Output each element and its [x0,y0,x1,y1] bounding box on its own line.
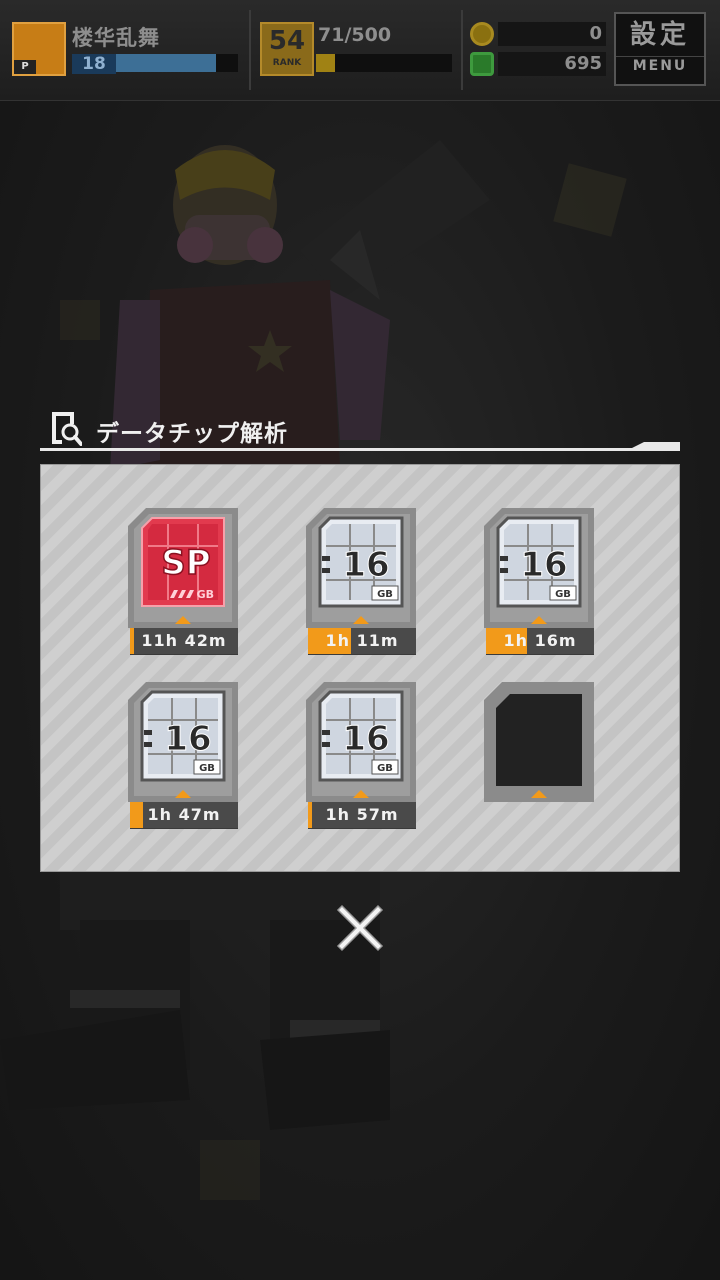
exp-bar-fill [116,54,217,72]
up-arrow-icon [175,790,191,798]
data-analysis-icon [52,412,82,446]
top-status-bar: P 楼华乱舞 18 54 RANK 71/500 0 695 設定 MENU [0,0,720,101]
chip-unit-label: GB [377,589,393,600]
modal-title: データチップ解析 [96,421,288,447]
data-chip-icon: 16 GB [318,690,404,782]
up-arrow-icon [531,616,547,624]
up-arrow-icon [175,616,191,624]
analysis-time-remaining: 1h 16m [503,631,577,650]
menu-button[interactable]: 設定 MENU [614,12,706,86]
close-icon [336,904,384,952]
chip-capacity-label: 16 [342,719,389,759]
data-chip-icon: 16 GB [496,516,582,608]
exp-bar [116,54,238,72]
chip-slot[interactable]: SP GB 11h 42m [128,508,238,658]
chip-slot[interactable]: 16 GB 1h 11m [306,508,416,658]
up-arrow-icon [353,790,369,798]
analysis-timer: 11h 42m [130,628,238,654]
chip-slot[interactable]: 16 GB 1h 57m [306,682,416,832]
player-level: 18 [72,54,116,74]
sp-data-chip-icon: SP GB [141,517,225,607]
title-underline [40,448,680,451]
menu-settings-label: 設定 [629,20,690,50]
player-level-badge: 18 [72,54,116,74]
rank-badge: 54 RANK [260,22,314,76]
stamina-bar [316,54,452,72]
empty-slot-hole [496,694,582,786]
gem-amount: 695 [564,53,602,74]
data-chip-icon: 16 GB [318,516,404,608]
chip-unit-label: GB [555,589,571,600]
chip-unit-label: GB [377,763,393,774]
coin-amount: 0 [589,23,602,44]
data-chip-icon: 16 GB [140,690,226,782]
analysis-time-remaining: 1h 47m [147,805,221,824]
chip-capacity-label: 16 [520,545,567,585]
data-chip-panel: SP GB 11h 42m 16 GB 1h 11m 16 GB 1h 16m 16 GB 1h 47… [40,464,680,872]
analysis-time-remaining: 1h 11m [325,631,399,650]
chip-unit-label: GB [199,763,215,774]
analysis-timer: 1h 11m [308,628,416,654]
stamina-bar-fill [316,54,336,72]
analysis-timer: 1h 47m [130,802,238,828]
up-arrow-icon [531,790,547,798]
analysis-timer: 1h 57m [308,802,416,828]
analysis-time-remaining: 1h 57m [325,805,399,824]
player-avatar[interactable]: P [12,22,66,76]
gem-icon [470,52,494,76]
close-button[interactable] [332,900,388,956]
coin-icon [470,22,494,46]
coin-counter: 0 [498,22,606,46]
chip-capacity-label: SP [161,543,210,583]
player-badge: P [14,60,36,74]
analysis-timer: 1h 16m [486,628,594,654]
up-arrow-icon [353,616,369,624]
chip-slot[interactable]: 16 GB 1h 16m [484,508,594,658]
chip-slot-empty[interactable] [484,682,594,832]
player-name: 楼华乱舞 [72,26,160,50]
chip-unit-label: GB [197,588,214,601]
stamina-text: 71/500 [318,24,392,46]
chip-capacity-label: 16 [342,545,389,585]
menu-label: MENU [616,56,704,75]
rank-label: RANK [272,58,302,68]
chip-slot[interactable]: 16 GB 1h 47m [128,682,238,832]
modal-header: データチップ解析 [40,408,680,452]
gem-counter: 695 [498,52,606,76]
rank-number: 54 [268,26,306,56]
analysis-time-remaining: 11h 42m [141,631,227,650]
chip-capacity-label: 16 [164,719,211,759]
